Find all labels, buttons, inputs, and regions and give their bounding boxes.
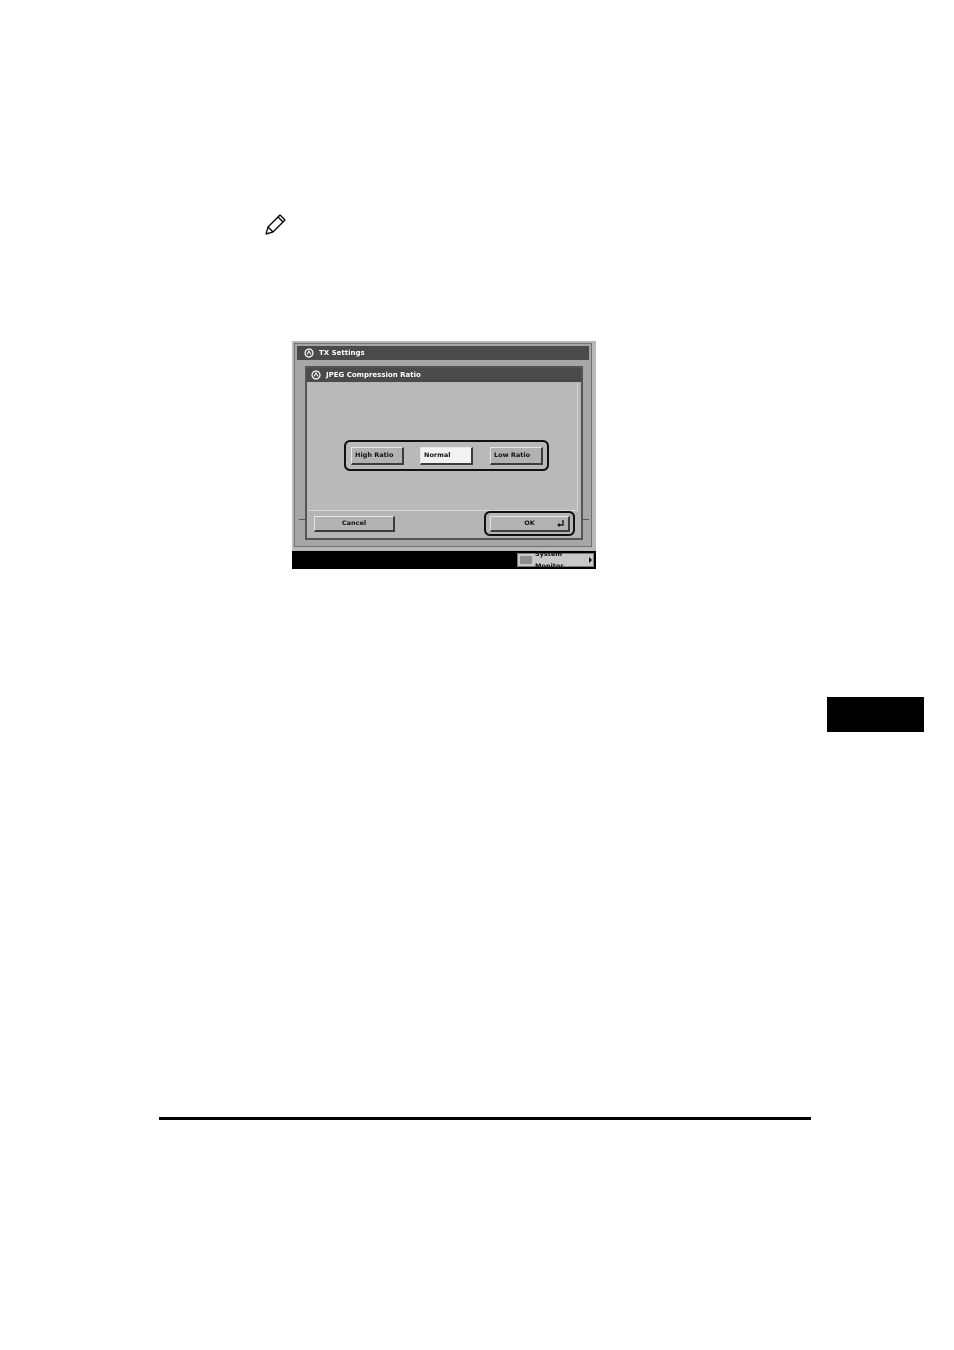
low-ratio-button[interactable]: Low Ratio	[490, 447, 543, 465]
jpeg-compression-dialog: JPEG Compression Ratio High Ratio Normal…	[305, 366, 583, 540]
chapter-tab	[827, 697, 924, 732]
settings-gear-icon	[304, 348, 314, 358]
footer-rule	[159, 1117, 811, 1120]
ok-button[interactable]: OK	[490, 516, 570, 532]
settings-gear-icon	[311, 370, 321, 380]
compression-ratio-group: High Ratio Normal Low Ratio	[344, 440, 549, 471]
jpeg-compression-titlebar: JPEG Compression Ratio	[307, 368, 581, 382]
chevron-right-icon	[589, 557, 592, 563]
cancel-button[interactable]: Cancel	[314, 516, 395, 532]
divider	[583, 519, 589, 520]
tx-settings-title: TX Settings	[319, 349, 365, 357]
high-ratio-button[interactable]: High Ratio	[351, 447, 404, 465]
monitor-lines-icon	[520, 556, 532, 564]
enter-icon	[557, 520, 564, 527]
tx-settings-titlebar: TX Settings	[297, 346, 589, 360]
system-monitor-label: System Monitor	[535, 550, 564, 570]
ok-label: OK	[524, 519, 535, 527]
tx-settings-panel: TX Settings JPEG Compression Ratio High …	[294, 343, 592, 547]
pencil-note-icon	[265, 214, 286, 235]
jpeg-compression-title: JPEG Compression Ratio	[326, 371, 421, 379]
device-screen: TX Settings JPEG Compression Ratio High …	[292, 341, 596, 570]
normal-button[interactable]: Normal	[420, 447, 473, 465]
system-monitor-button[interactable]: System Monitor	[517, 550, 594, 570]
status-bar: System Monitor	[292, 550, 596, 570]
ok-button-highlight: OK	[484, 511, 575, 536]
